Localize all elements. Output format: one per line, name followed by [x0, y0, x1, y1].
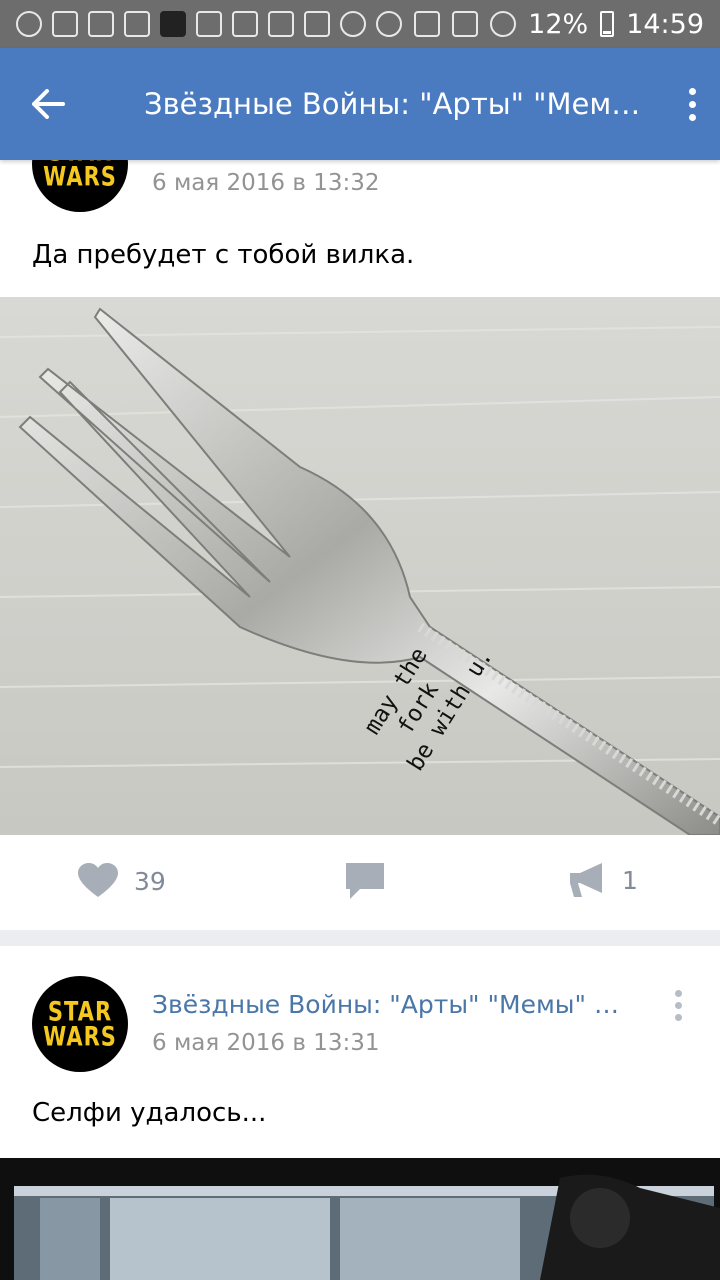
post-card: STAR WARS 6 мая 2016 в 13:32 Да пребудет… — [0, 116, 720, 930]
post-card: STAR WARS Звёздные Войны: "Арты" "Мемы" … — [0, 946, 720, 1280]
star-wars-logo: STAR WARS — [43, 996, 117, 1052]
recycle-notification-icon — [268, 11, 294, 37]
post-photo[interactable] — [0, 1158, 720, 1280]
page-title: Звёздные Войны: "Арты" "Мемы" и много др… — [144, 87, 664, 121]
megaphone-icon — [570, 863, 602, 897]
screen: 12% 14:59 Звёздные Войны: "Арты" "Мемы" … — [0, 0, 720, 1280]
like-button[interactable]: 39 — [78, 863, 166, 899]
post-text: Селфи удалось... — [32, 1098, 267, 1128]
post-author[interactable]: Звёздные Войны: "Арты" "Мемы" и много др… — [152, 990, 622, 1019]
post-date[interactable]: 6 мая 2016 в 13:32 — [152, 170, 380, 196]
comment-icon — [346, 863, 384, 899]
comment-button[interactable] — [346, 863, 384, 899]
share-button[interactable]: 1 — [570, 863, 638, 897]
app-bar: Звёздные Войны: "Арты" "Мемы" и много др… — [0, 48, 720, 160]
battery-icon — [600, 11, 615, 37]
status-bar: 12% 14:59 — [0, 0, 720, 48]
avatar[interactable]: STAR WARS — [32, 976, 128, 1072]
wifi-icon — [376, 11, 403, 37]
cleaner-notification-icon — [232, 11, 258, 37]
battery-percent: 12% — [528, 8, 589, 40]
more-vertical-dot — [675, 1014, 682, 1021]
like-count: 39 — [134, 866, 166, 896]
do-not-disturb-icon — [490, 11, 517, 37]
system-status: 12% 14:59 — [376, 9, 704, 40]
more-vertical-icon — [675, 990, 682, 997]
back-arrow-icon — [32, 89, 65, 119]
post-actions: 39 1 — [0, 835, 720, 930]
fork-illustration: may the fork be with u. — [0, 307, 720, 835]
more-menu-button[interactable] — [664, 48, 720, 160]
heart-icon — [78, 863, 118, 897]
post-menu-button[interactable] — [675, 990, 682, 1021]
more-vertical-dot — [688, 100, 696, 108]
gallery-notification-icon — [196, 11, 222, 37]
more-vertical-icon — [688, 87, 696, 95]
more-vertical-dot — [688, 113, 696, 121]
alert-notification-icon — [52, 11, 78, 37]
back-button[interactable] — [0, 48, 96, 160]
chat-notification-icon — [16, 11, 42, 37]
cleaner-notification-icon — [88, 11, 114, 37]
sim-icon — [414, 11, 441, 37]
share-count: 1 — [622, 865, 638, 895]
clock: 14:59 — [626, 8, 704, 40]
post-photo[interactable]: may the fork be with u. — [0, 297, 720, 835]
music-notification-icon — [160, 11, 186, 37]
notification-icons — [16, 11, 366, 37]
post-date[interactable]: 6 мая 2016 в 13:31 — [152, 1030, 380, 1056]
cleaner-notification-icon — [304, 11, 330, 37]
post-text: Да пребудет с тобой вилка. — [32, 240, 415, 270]
clock-notification-icon — [124, 11, 150, 37]
fan-notification-icon — [340, 11, 366, 37]
more-vertical-dot — [675, 1002, 682, 1009]
signal-icon — [452, 11, 479, 37]
selfie-illustration — [14, 1174, 720, 1280]
